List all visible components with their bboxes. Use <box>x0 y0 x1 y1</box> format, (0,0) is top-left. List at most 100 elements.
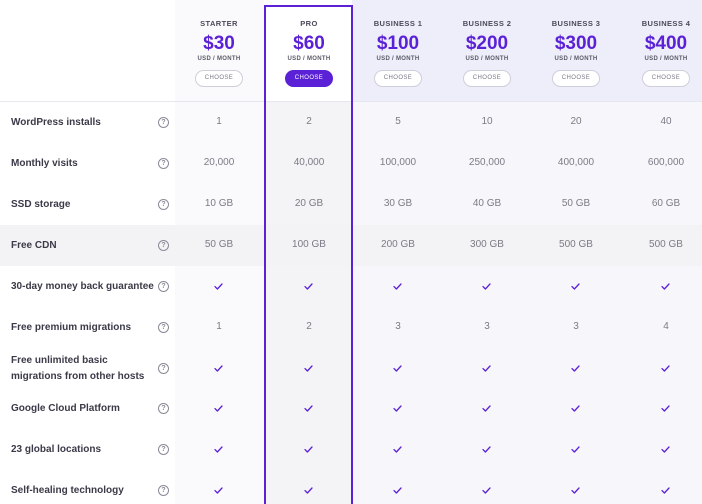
feature-value: 100,000 <box>379 156 417 168</box>
feature-value: 500 GB <box>559 238 593 250</box>
checkmark-icon <box>482 364 492 372</box>
choose-button[interactable]: CHOOSE <box>552 70 600 87</box>
question-circle-icon[interactable]: ? <box>158 280 169 292</box>
checkmark-icon <box>482 282 492 290</box>
feature-row: SSD storage? 10 GB 20 GB 30 GB 40 GB 50 GB 60 … <box>0 184 702 225</box>
feature-value: 3 <box>573 320 579 332</box>
feature-value: 300 GB <box>470 238 504 250</box>
question-circle-icon[interactable]: ? <box>158 443 169 455</box>
plan-price: $100 <box>376 33 420 54</box>
plan-header-starter: STARTER $30 USD / MONTH CHOOSE <box>175 0 264 101</box>
checkmark-icon <box>482 404 492 412</box>
plan-price-unit: USD / MONTH <box>465 56 509 62</box>
choose-button[interactable]: CHOOSE <box>374 70 422 87</box>
feature-value: 50 GB <box>204 238 234 250</box>
feature-row: 23 global locations? <box>0 429 702 470</box>
checkmark-icon <box>661 445 671 453</box>
feature-value: 100 GB <box>292 238 326 250</box>
question-circle-icon[interactable]: ? <box>158 362 169 374</box>
feature-value: 400,000 <box>557 156 595 168</box>
feature-value: 1 <box>216 320 222 332</box>
question-circle-icon[interactable]: ? <box>158 402 169 414</box>
checkmark-icon <box>393 445 403 453</box>
feature-value: 3 <box>395 320 401 332</box>
question-circle-icon[interactable]: ? <box>158 157 169 169</box>
question-circle-icon[interactable]: ? <box>158 198 169 210</box>
plan-name: BUSINESS 4 <box>641 19 691 28</box>
checkmark-icon <box>304 364 314 372</box>
question-circle-icon[interactable]: ? <box>158 116 169 128</box>
question-circle-icon[interactable]: ? <box>158 321 169 333</box>
checkmark-icon <box>304 486 314 494</box>
choose-button[interactable]: CHOOSE <box>642 70 690 87</box>
feature-row: Free unlimited basic migrations from oth… <box>0 348 702 389</box>
feature-value: 20 <box>570 115 582 127</box>
feature-row: Free CDN? 50 GB 100 GB 200 GB 300 GB 500 GB 50… <box>0 225 702 266</box>
feature-label: Free CDN <box>11 239 57 251</box>
feature-value: 5 <box>395 115 401 127</box>
checkmark-icon <box>214 282 224 290</box>
plan-header-business-1: BUSINESS 1 $100 USD / MONTH CHOOSE <box>354 0 443 101</box>
checkmark-icon <box>214 445 224 453</box>
feature-value: 30 GB <box>383 197 413 209</box>
plan-price-unit: USD / MONTH <box>554 56 598 62</box>
plan-price: $200 <box>465 33 509 54</box>
checkmark-icon <box>571 404 581 412</box>
feature-value: 2 <box>306 320 312 332</box>
label-header-bg <box>0 0 175 101</box>
checkmark-icon <box>661 364 671 372</box>
feature-value: 40 GB <box>472 197 502 209</box>
plan-name: BUSINESS 1 <box>373 19 423 28</box>
question-circle-icon[interactable]: ? <box>158 239 169 251</box>
plan-price: $60 <box>293 33 325 54</box>
feature-value: 50 GB <box>561 197 591 209</box>
checkmark-icon <box>304 404 314 412</box>
checkmark-icon <box>393 404 403 412</box>
feature-label: Free premium migrations <box>11 321 132 333</box>
choose-button[interactable]: CHOOSE <box>195 70 243 87</box>
feature-label: WordPress installs <box>11 116 101 128</box>
feature-label: Google Cloud Platform <box>11 402 120 414</box>
feature-value: 10 GB <box>204 197 234 209</box>
choose-button[interactable]: CHOOSE <box>285 70 333 87</box>
choose-button[interactable]: CHOOSE <box>463 70 511 87</box>
feature-row: WordPress installs? 1 2 5 10 20 40 <box>0 102 702 143</box>
plan-price-unit: USD / MONTH <box>197 56 241 62</box>
feature-row: Self-healing technology? <box>0 470 702 504</box>
feature-value: 40 <box>660 115 672 127</box>
checkmark-icon <box>393 486 403 494</box>
feature-value: 1 <box>216 115 222 127</box>
checkmark-icon <box>393 364 403 372</box>
checkmark-icon <box>482 486 492 494</box>
feature-row: 30-day money back guarantee? <box>0 266 702 307</box>
feature-value: 20 GB <box>294 197 324 209</box>
plan-header-business-2: BUSINESS 2 $200 USD / MONTH CHOOSE <box>443 0 532 101</box>
feature-label: 30-day money back guarantee <box>11 280 154 292</box>
checkmark-icon <box>214 486 224 494</box>
question-circle-icon[interactable]: ? <box>158 484 169 496</box>
feature-label: Free unlimited basic migrations from oth… <box>11 354 145 382</box>
plan-name: BUSINESS 2 <box>462 19 512 28</box>
checkmark-icon <box>482 445 492 453</box>
pricing-table: WordPress installs? 1 2 5 10 20 40 Monthly visi… <box>0 0 702 504</box>
plan-price-unit: USD / MONTH <box>376 56 420 62</box>
feature-value: 3 <box>484 320 490 332</box>
feature-row: Monthly visits? 20,000 40,000 100,000 250,00… <box>0 143 702 184</box>
plan-price: $30 <box>203 33 235 54</box>
feature-label: SSD storage <box>11 198 71 210</box>
plan-header-pro: PRO $60 USD / MONTH CHOOSE <box>265 0 354 101</box>
feature-value: 250,000 <box>468 156 506 168</box>
feature-row: Free premium migrations? 1 2 3 3 3 4 <box>0 307 702 348</box>
checkmark-icon <box>304 445 314 453</box>
plan-name: BUSINESS 3 <box>551 19 601 28</box>
header-divider <box>0 101 702 102</box>
plan-price: $400 <box>644 33 688 54</box>
checkmark-icon <box>304 282 314 290</box>
plan-price: $300 <box>554 33 598 54</box>
checkmark-icon <box>661 486 671 494</box>
feature-label: Self-healing technology <box>11 484 124 496</box>
plan-name: STARTER <box>200 19 238 28</box>
plan-name: PRO <box>300 19 318 28</box>
feature-value: 500 GB <box>649 238 683 250</box>
feature-row: Google Cloud Platform? <box>0 388 702 429</box>
